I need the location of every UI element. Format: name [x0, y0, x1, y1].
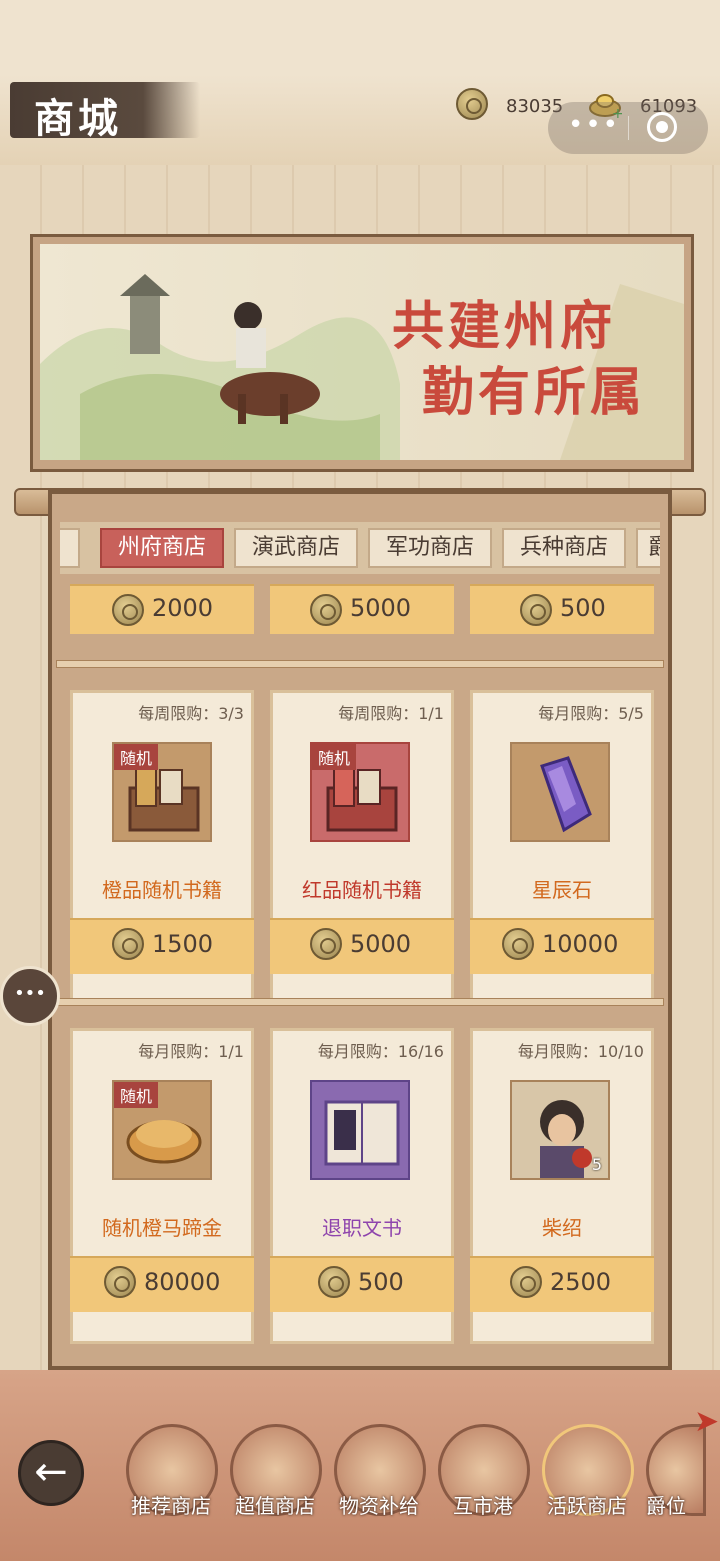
- back-arrow-icon[interactable]: ←: [18, 1440, 84, 1506]
- purchase-limit: 每月限购：5/5: [538, 704, 644, 723]
- item-name: 橙品随机书籍: [102, 878, 222, 902]
- purchase-limit: 每周限购：3/3: [138, 704, 244, 723]
- event-banner[interactable]: 共建州府 勤有所属: [40, 244, 684, 460]
- price-value: 2500: [550, 1268, 612, 1296]
- coin-icon: [502, 928, 534, 960]
- price-value: 80000: [144, 1268, 221, 1296]
- purchase-limit: 每月限购：1/1: [138, 1042, 244, 1061]
- price-value: 10000: [542, 930, 619, 958]
- tab-zhoufu-shop[interactable]: 州府商店: [100, 528, 224, 568]
- item-icon-frame: [510, 742, 610, 842]
- item-icon-frame: 随机: [112, 1080, 212, 1180]
- bottom-tab-label: 推荐商店: [131, 1494, 211, 1518]
- item-icon-frame: 5: [510, 1080, 610, 1180]
- item-name: 星辰石: [532, 878, 592, 902]
- coin-icon: [112, 594, 144, 626]
- item-name: 随机橙马蹄金: [102, 1216, 222, 1240]
- coin-icon: [310, 928, 342, 960]
- page-title: 商城: [34, 95, 122, 142]
- coin-icon: [104, 1266, 136, 1298]
- price-value: 2000: [152, 594, 214, 622]
- bottom-tab-label: 活跃商店: [547, 1494, 627, 1518]
- random-tag: 随机: [312, 744, 357, 770]
- bottom-tab-label: 互市港: [453, 1494, 513, 1518]
- item-icon-frame: [310, 1080, 410, 1180]
- bottom-tab-label: 爵位: [646, 1494, 686, 1518]
- item-count: 5: [591, 1155, 602, 1174]
- tab-yanwu-shop[interactable]: 演武商店: [234, 528, 358, 568]
- item-icon-frame: 随机: [310, 742, 410, 842]
- purchase-limit: 每周限购：1/1: [338, 704, 444, 723]
- coin-icon: [510, 1266, 542, 1298]
- coin-icon: [318, 1266, 350, 1298]
- tab-prev-partial[interactable]: 店: [60, 528, 80, 568]
- shelf-divider: [56, 998, 664, 1006]
- price-value: 5000: [350, 930, 412, 958]
- close-target-icon[interactable]: [647, 112, 677, 142]
- banner-title-line1: 共建州府: [392, 296, 617, 357]
- bottom-tab-label: 超值商店: [235, 1494, 315, 1518]
- capsule-divider: [628, 116, 629, 140]
- chat-bubble-button[interactable]: •••: [0, 966, 60, 1026]
- coin-icon: [520, 594, 552, 626]
- tab-next-partial[interactable]: 爵: [636, 528, 660, 568]
- item-name: 红品随机书籍: [302, 878, 422, 902]
- purchase-limit: 每月限购：16/16: [317, 1042, 444, 1061]
- bottom-tab-label: 物资补给: [339, 1494, 419, 1518]
- shelf-divider: [56, 660, 664, 668]
- price-value: 500: [560, 594, 606, 622]
- item-name: 柴绍: [542, 1216, 582, 1240]
- star-stone-icon: [540, 756, 592, 833]
- random-tag: 随机: [114, 1082, 159, 1108]
- coin-icon: [112, 928, 144, 960]
- item-name: 退职文书: [322, 1216, 402, 1240]
- resignation-letter-icon: [324, 1100, 400, 1166]
- purchase-limit: 每月限购：10/10: [517, 1042, 644, 1061]
- banner-title-line2: 勤有所属: [422, 362, 647, 423]
- scroll-right-arrow-icon[interactable]: ➤: [694, 1404, 719, 1439]
- price-value: 1500: [152, 930, 214, 958]
- random-tag: 随机: [114, 744, 159, 770]
- price-value: 500: [358, 1268, 404, 1296]
- coin-icon: [310, 594, 342, 626]
- tab-jungong-shop[interactable]: 军功商店: [368, 528, 492, 568]
- shop-tabs: 店 州府商店 演武商店 军功商店 兵种商店 爵: [60, 522, 660, 574]
- tab-bingzhong-shop[interactable]: 兵种商店: [502, 528, 626, 568]
- item-icon-frame: 随机: [112, 742, 212, 842]
- copper-coin-icon: [456, 88, 488, 120]
- more-menu-button[interactable]: •••: [568, 110, 620, 140]
- price-value: 5000: [350, 594, 412, 622]
